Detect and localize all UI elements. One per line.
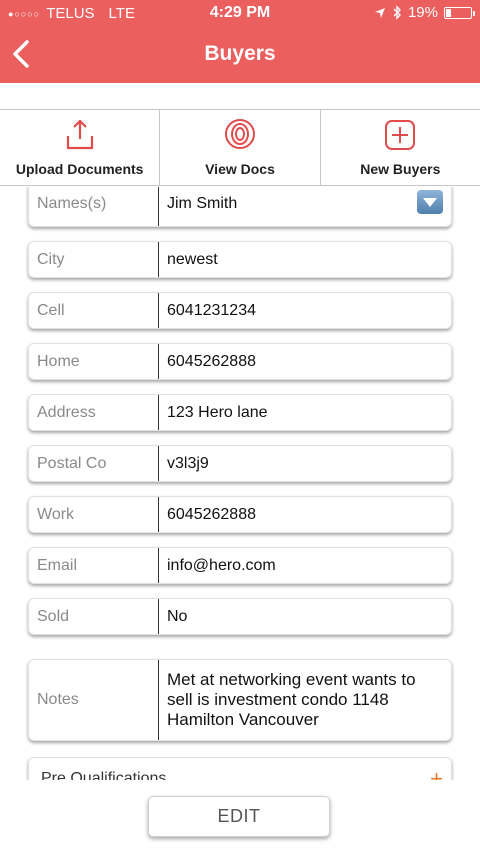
view-docs-button[interactable]: View Docs <box>160 110 321 185</box>
field-value[interactable]: 6045262888 <box>159 497 451 532</box>
field-value[interactable]: info@hero.com <box>159 548 451 583</box>
action-toolbar: Upload Documents View Docs New Buyers <box>0 110 480 186</box>
field-value[interactable]: Jim Smith <box>159 187 451 226</box>
plus-icon[interactable]: + <box>430 766 443 780</box>
address-field[interactable]: Address 123 Hero lane <box>28 394 452 431</box>
eye-icon <box>224 119 255 149</box>
names-field[interactable]: Names(s) Jim Smith <box>28 187 452 227</box>
page-title: Buyers <box>204 42 276 65</box>
battery-icon <box>444 6 475 19</box>
sold-field[interactable]: Sold No <box>28 598 452 635</box>
field-label: Sold <box>29 599 159 634</box>
field-value[interactable]: newest <box>159 242 451 277</box>
battery-percent: 19% <box>407 4 438 21</box>
pre-qualifications-label: Pre Qualifications <box>41 770 167 780</box>
field-value[interactable]: 123 Hero lane <box>159 395 451 430</box>
field-value[interactable]: 6045262888 <box>159 344 451 379</box>
city-field[interactable]: City newest <box>28 241 452 278</box>
home-field[interactable]: Home 6045262888 <box>28 343 452 380</box>
field-label: Postal Co <box>29 446 159 481</box>
notes-field[interactable]: Notes Met at networking event wants to s… <box>28 659 452 741</box>
status-bar: ●○○○○ TELUS LTE 4:29 PM 19% <box>0 0 480 28</box>
field-label: Names(s) <box>29 187 159 226</box>
email-field[interactable]: Email info@hero.com <box>28 547 452 584</box>
field-value[interactable]: No <box>159 599 451 634</box>
field-label: Notes <box>29 660 159 740</box>
upload-documents-label: Upload Documents <box>15 161 144 177</box>
new-buyers-button[interactable]: New Buyers <box>321 110 480 185</box>
pre-qualifications-section[interactable]: Pre Qualifications + <box>28 757 452 780</box>
app-header: ●○○○○ TELUS LTE 4:29 PM 19% Buyers <box>0 0 480 83</box>
location-arrow-icon <box>374 7 385 18</box>
field-label: Address <box>29 395 159 430</box>
new-buyers-label: New Buyers <box>360 161 441 177</box>
field-label: Email <box>29 548 159 583</box>
edit-button[interactable]: EDIT <box>148 796 330 837</box>
plus-box-icon <box>385 120 416 150</box>
bluetooth-icon <box>393 5 401 20</box>
upload-documents-button[interactable]: Upload Documents <box>0 110 161 185</box>
field-label: Work <box>29 497 159 532</box>
field-value[interactable]: 6041231234 <box>159 293 451 328</box>
upload-icon <box>66 119 93 150</box>
field-label: Cell <box>29 293 159 328</box>
work-field[interactable]: Work 6045262888 <box>28 496 452 533</box>
buyer-form: Names(s) Jim Smith City newest Cell 6041… <box>0 187 480 780</box>
navigation-bar: Buyers <box>0 28 480 83</box>
chevron-down-icon[interactable] <box>417 190 443 214</box>
header-spacer <box>0 83 480 110</box>
view-docs-label: View Docs <box>205 161 275 177</box>
field-label: City <box>29 242 159 277</box>
field-label: Home <box>29 344 159 379</box>
field-value[interactable]: v3l3j9 <box>159 446 451 481</box>
cell-field[interactable]: Cell 6041231234 <box>28 292 452 329</box>
postal-code-field[interactable]: Postal Co v3l3j9 <box>28 445 452 482</box>
field-value[interactable]: Met at networking event wants to sell is… <box>159 660 451 740</box>
